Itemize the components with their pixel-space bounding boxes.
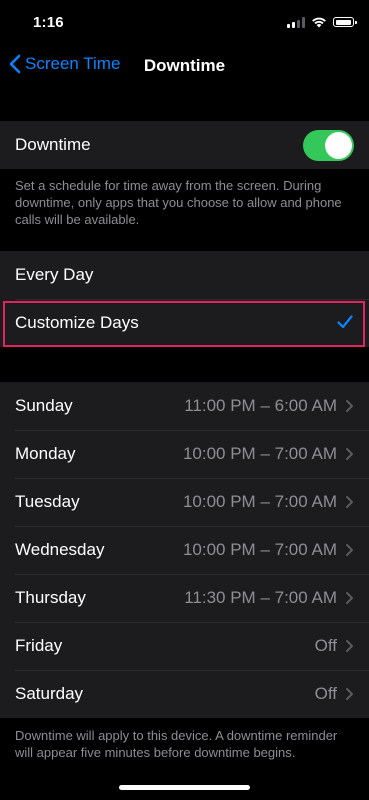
- navigation-bar: Screen Time Downtime: [0, 44, 369, 88]
- day-row-friday[interactable]: Friday Off: [0, 622, 369, 670]
- toggle-knob: [325, 132, 352, 159]
- wifi-icon: [312, 17, 326, 28]
- chevron-right-icon: [346, 688, 353, 700]
- downtime-description: Set a schedule for time away from the sc…: [15, 178, 342, 227]
- day-row-saturday[interactable]: Saturday Off: [0, 670, 369, 718]
- downtime-row: Downtime: [0, 121, 369, 169]
- day-schedule-value: 11:30 PM – 7:00 AM: [184, 588, 337, 607]
- day-schedule-value: Off: [314, 636, 337, 655]
- page-title: Downtime: [143, 56, 226, 75]
- day-schedule-value: 10:00 PM – 7:00 AM: [182, 444, 337, 463]
- day-label: Friday: [15, 636, 63, 655]
- chevron-right-icon: [346, 400, 353, 412]
- cellular-signal-icon: [287, 16, 305, 28]
- chevron-right-icon: [346, 448, 353, 460]
- day-row-monday[interactable]: Monday 10:00 PM – 7:00 AM: [0, 430, 369, 478]
- day-label: Wednesday: [15, 540, 105, 559]
- day-schedule-value: 11:00 PM – 6:00 AM: [184, 396, 337, 415]
- day-label: Thursday: [15, 588, 86, 607]
- status-icons: [287, 16, 357, 28]
- schedule-option-every-day[interactable]: Every Day: [0, 251, 369, 299]
- day-label: Monday: [15, 444, 76, 463]
- downtime-toggle-group: Downtime: [0, 121, 369, 169]
- day-row-wednesday[interactable]: Wednesday 10:00 PM – 7:00 AM: [0, 526, 369, 574]
- selection-highlight: [3, 301, 365, 347]
- chevron-right-icon: [346, 496, 353, 508]
- days-group: Sunday 11:00 PM – 6:00 AM Monday 10:00 P…: [0, 382, 369, 718]
- downtime-toggle[interactable]: [303, 130, 354, 161]
- chevron-right-icon: [346, 640, 353, 652]
- chevron-right-icon: [346, 544, 353, 556]
- day-label: Tuesday: [15, 492, 80, 511]
- day-row-sunday[interactable]: Sunday 11:00 PM – 6:00 AM: [0, 382, 369, 430]
- home-indicator[interactable]: [119, 785, 250, 790]
- day-schedule-value: 10:00 PM – 7:00 AM: [182, 540, 337, 559]
- day-schedule-value: 10:00 PM – 7:00 AM: [182, 492, 337, 511]
- day-row-tuesday[interactable]: Tuesday 10:00 PM – 7:00 AM: [0, 478, 369, 526]
- battery-icon: [333, 17, 357, 27]
- footer-note: Downtime will apply to this device. A do…: [15, 728, 338, 760]
- day-label: Saturday: [15, 684, 84, 703]
- day-row-thursday[interactable]: Thursday 11:30 PM – 7:00 AM: [0, 574, 369, 622]
- schedule-option-label: Every Day: [15, 265, 94, 284]
- chevron-right-icon: [346, 592, 353, 604]
- status-time: 1:16: [33, 14, 64, 31]
- day-label: Sunday: [15, 396, 73, 415]
- status-bar: 1:16: [0, 0, 369, 44]
- day-schedule-value: Off: [314, 684, 337, 703]
